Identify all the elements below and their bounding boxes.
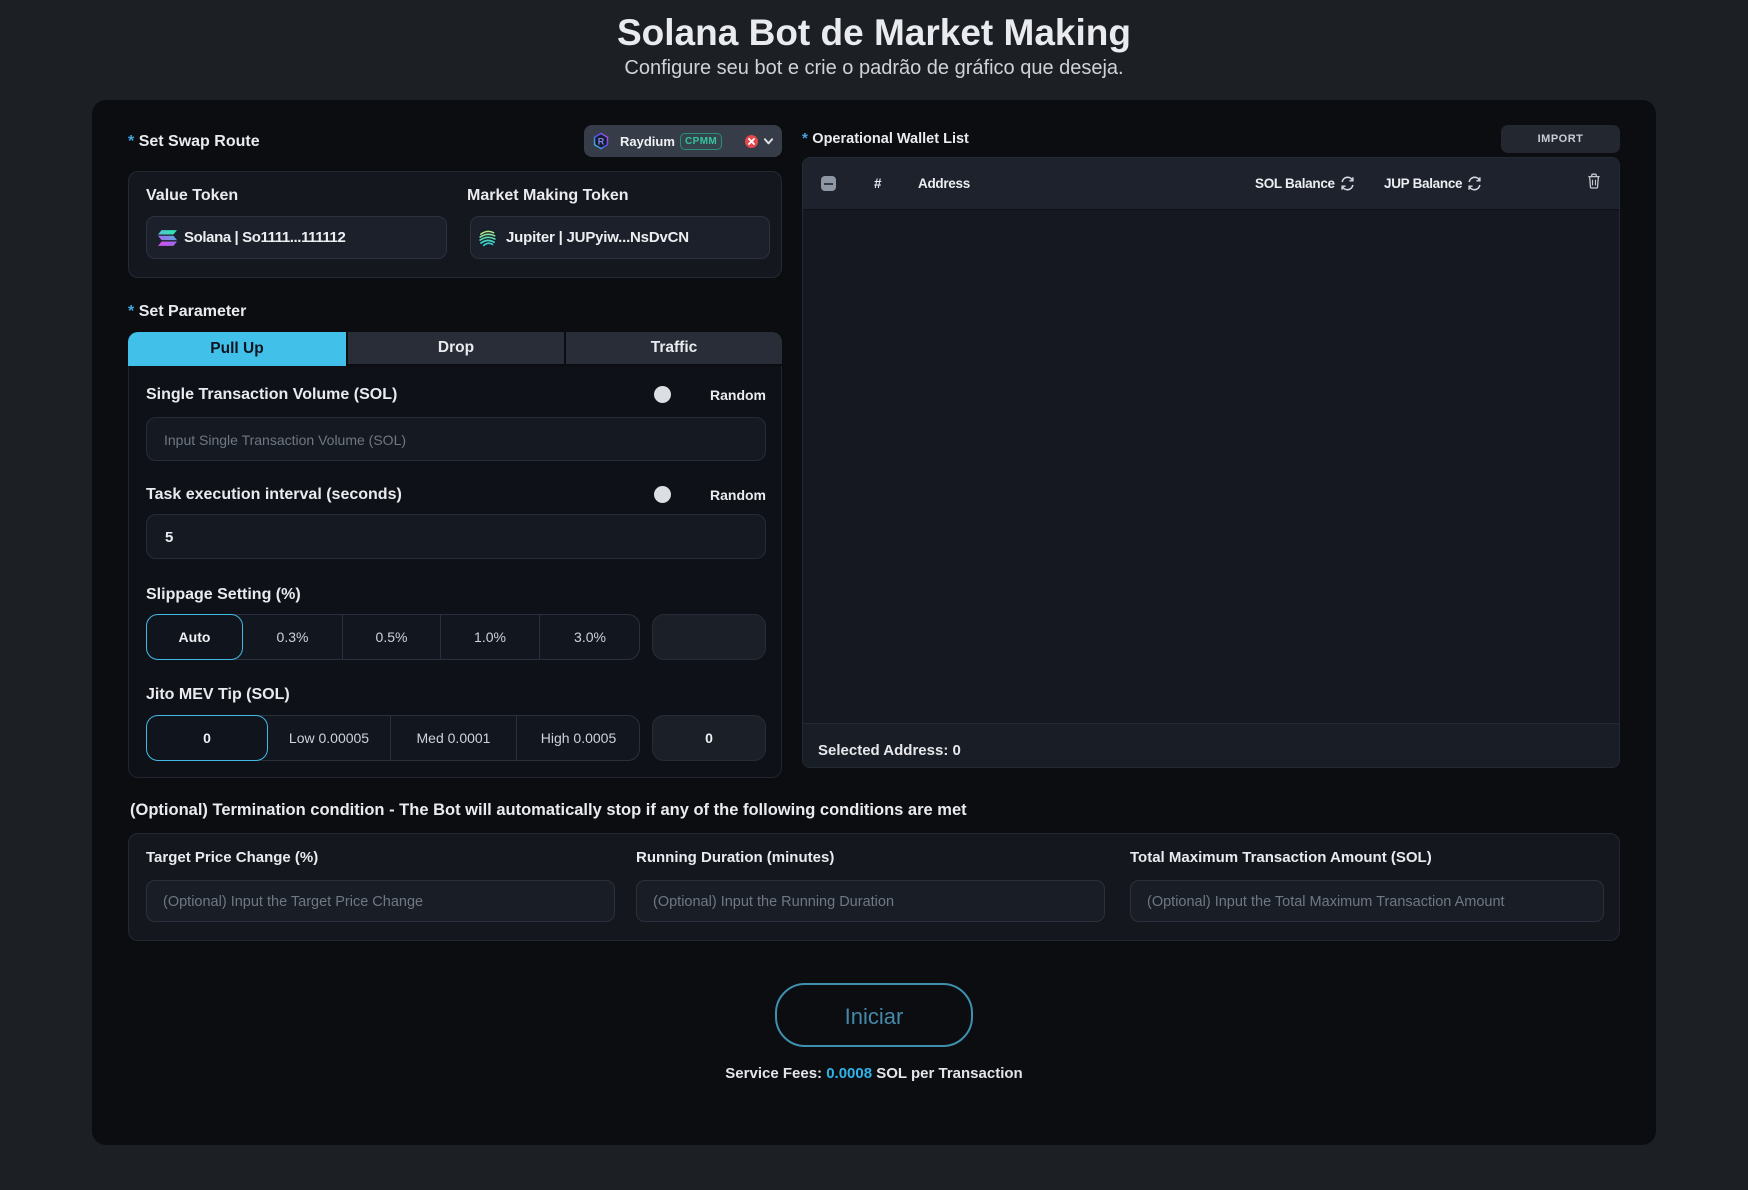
svg-text:R: R xyxy=(598,136,605,146)
